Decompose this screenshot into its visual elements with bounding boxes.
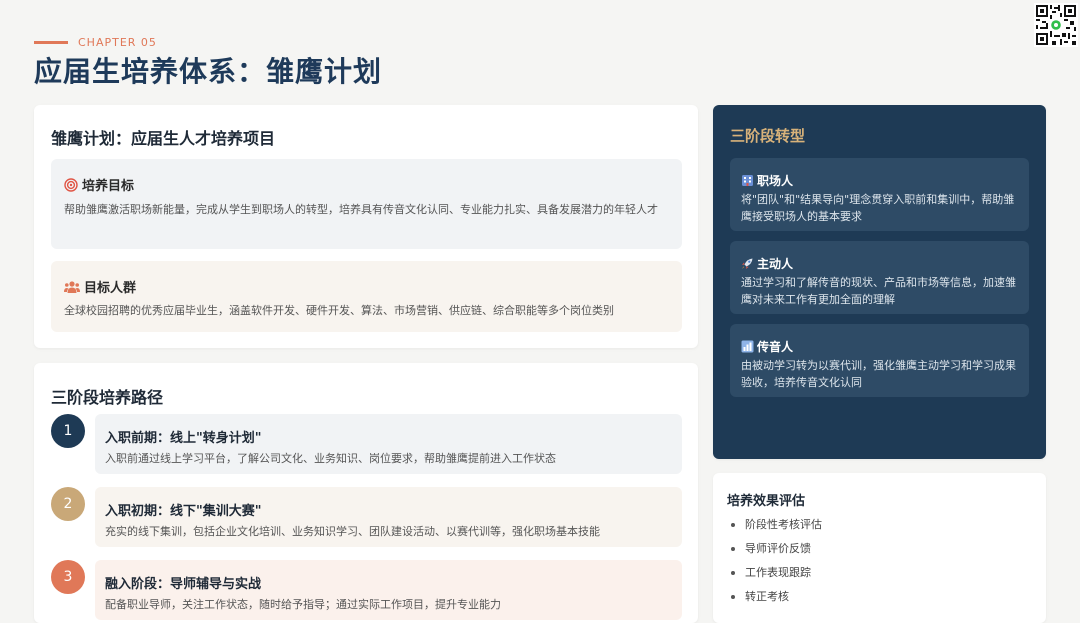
step-2: 2 入职初期：线下"集训大赛" 充实的线下集训，包括企业文化培训、业务知识学习、…: [51, 487, 682, 547]
stage-heading: 主动人: [741, 255, 793, 272]
stage-title: 职场人: [757, 174, 794, 188]
evaluation-list: 阶段性考核评估 导师评价反馈 工作表现跟踪 转正考核: [727, 513, 822, 609]
stage-heading: 职场人: [741, 172, 793, 189]
goal-box: 培养目标 帮助雏鹰激活职场新能量，完成从学生到职场人的转型，培养具有传音文化认同…: [51, 159, 682, 249]
people-icon: [64, 280, 80, 294]
list-item: 工作表现跟踪: [727, 561, 822, 585]
step-title: 融入阶段：导师辅导与实战: [105, 577, 262, 592]
qr-code: [1034, 3, 1078, 47]
audience-heading: 目标人群: [64, 277, 136, 296]
path-card: 三阶段培养路径 1 入职前期：线上"转身计划" 入职前通过线上学习平台，了解公司…: [34, 363, 698, 623]
step-description: 配备职业导师，关注工作状态，随时给予指导；通过实际工作项目，提升专业能力: [105, 598, 501, 611]
stages-title: 三阶段转型: [730, 127, 806, 145]
stage-workplace: 职场人 将"团队"和"结果导向"理念贯穿入职前和集训中，帮助雏鹰接受职场人的基本…: [730, 158, 1029, 231]
program-title: 雏鹰计划：应届生人才培养项目: [51, 129, 276, 148]
goal-text: 帮助雏鹰激活职场新能量，完成从学生到职场人的转型，培养具有传音文化认同、专业能力…: [64, 203, 658, 216]
bullet-icon: [731, 523, 735, 527]
evaluation-card: 培养效果评估 阶段性考核评估 导师评价反馈 工作表现跟踪 转正考核: [713, 473, 1046, 623]
evaluation-item: 转正考核: [745, 590, 789, 603]
target-icon: [64, 177, 78, 192]
goal-title: 培养目标: [82, 179, 135, 194]
program-card: 雏鹰计划：应届生人才培养项目 培养目标 帮助雏鹰激活职场新能量，完成从学生到职场…: [34, 105, 698, 348]
stage-proactive: 主动人 通过学习和了解传音的现状、产品和市场等信息，加速雏鹰对未来工作有更加全面…: [730, 241, 1029, 314]
step-title: 入职初期：线下"集训大赛": [105, 504, 262, 519]
step-box: 入职前期：线上"转身计划" 入职前通过线上学习平台，了解公司文化、业务知识、岗位…: [95, 414, 682, 474]
bullet-icon: [731, 547, 735, 551]
step-description: 入职前通过线上学习平台，了解公司文化、业务知识、岗位要求，帮助雏鹰提前进入工作状…: [105, 452, 556, 465]
rocket-icon: [741, 257, 754, 270]
step-3: 3 融入阶段：导师辅导与实战 配备职业导师，关注工作状态，随时给予指导；通过实际…: [51, 560, 682, 620]
step-box: 入职初期：线下"集训大赛" 充实的线下集训，包括企业文化培训、业务知识学习、团队…: [95, 487, 682, 547]
step-number-circle: 3: [51, 560, 85, 594]
page-title: 应届生培养体系：雏鹰计划: [34, 55, 383, 88]
chart-icon: [741, 340, 754, 353]
audience-title: 目标人群: [84, 281, 137, 296]
step-number-circle: 2: [51, 487, 85, 521]
stage-title: 传音人: [757, 340, 794, 354]
step-number-circle: 1: [51, 414, 85, 448]
evaluation-title: 培养效果评估: [727, 494, 806, 509]
step-box: 融入阶段：导师辅导与实战 配备职业导师，关注工作状态，随时给予指导；通过实际工作…: [95, 560, 682, 620]
audience-box: 目标人群 全球校园招聘的优秀应届毕业生，涵盖软件开发、硬件开发、算法、市场营销、…: [51, 261, 682, 332]
stage-description: 通过学习和了解传音的现状、产品和市场等信息，加速雏鹰对未来工作有更加全面的理解: [741, 276, 1016, 306]
stage-heading: 传音人: [741, 338, 793, 355]
chapter-label: CHAPTER 05: [78, 36, 157, 49]
stage-transsion: 传音人 由被动学习转为以赛代训，强化雏鹰主动学习和学习成果验收，培养传音文化认同: [730, 324, 1029, 397]
chapter-accent-line: [34, 41, 68, 44]
stages-card: 三阶段转型 职场人 将"团队"和"结果导向"理念贯穿入职前和集训中，帮助雏鹰接受…: [713, 105, 1046, 459]
audience-text: 全球校园招聘的优秀应届毕业生，涵盖软件开发、硬件开发、算法、市场营销、供应链、综…: [64, 304, 614, 317]
stage-title: 主动人: [757, 257, 794, 271]
path-title: 三阶段培养路径: [51, 388, 164, 407]
list-item: 导师评价反馈: [727, 537, 822, 561]
step-1: 1 入职前期：线上"转身计划" 入职前通过线上学习平台，了解公司文化、业务知识、…: [51, 414, 682, 474]
list-item: 阶段性考核评估: [727, 513, 822, 537]
stage-description: 由被动学习转为以赛代训，强化雏鹰主动学习和学习成果验收，培养传音文化认同: [741, 359, 1016, 389]
evaluation-item: 工作表现跟踪: [745, 566, 811, 579]
step-description: 充实的线下集训，包括企业文化培训、业务知识学习、团队建设活动、以赛代训等，强化职…: [105, 525, 600, 538]
evaluation-item: 阶段性考核评估: [745, 518, 822, 531]
list-item: 转正考核: [727, 585, 822, 609]
goal-heading: 培养目标: [64, 175, 134, 194]
bullet-icon: [731, 595, 735, 599]
building-icon: [741, 174, 754, 187]
step-title: 入职前期：线上"转身计划": [105, 431, 262, 446]
chapter-row: CHAPTER 05: [34, 36, 157, 49]
bullet-icon: [731, 571, 735, 575]
evaluation-item: 导师评价反馈: [745, 542, 811, 555]
stage-description: 将"团队"和"结果导向"理念贯穿入职前和集训中，帮助雏鹰接受职场人的基本要求: [741, 193, 1015, 223]
